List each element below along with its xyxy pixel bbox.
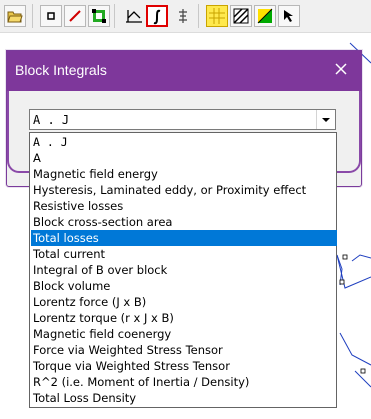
select-value: A . J	[33, 113, 70, 127]
block-integral-button[interactable]	[146, 5, 168, 27]
color-triangle-icon	[257, 8, 273, 24]
dropdown-option[interactable]: Magnetic field coenergy	[31, 326, 337, 342]
close-icon[interactable]	[331, 59, 351, 79]
draw-line-icon	[69, 10, 81, 22]
dropdown-option[interactable]: Integral of B over block	[31, 262, 337, 278]
open-folder-icon	[7, 11, 23, 23]
contour-plot-button[interactable]	[122, 5, 144, 27]
dropdown-option[interactable]: R^2 (i.e. Moment of Inertia / Density)	[31, 374, 337, 390]
select-block-button[interactable]	[88, 5, 110, 27]
zoom-button[interactable]	[172, 5, 194, 27]
dropdown-option[interactable]: Hysteresis, Laminated eddy, or Proximity…	[31, 182, 337, 198]
integral-type-options[interactable]: A . J A Magnetic field energy Hysteresis, L…	[29, 132, 337, 408]
toolbar-separator	[198, 4, 199, 28]
cursor-arrow-button[interactable]	[278, 5, 300, 27]
zoom-icon	[179, 9, 187, 23]
select-point-icon	[47, 12, 55, 20]
dropdown-option[interactable]: Block cross-section area	[31, 214, 337, 230]
dropdown-option[interactable]: Total losses	[31, 230, 337, 246]
toolbar-separator	[32, 4, 33, 28]
dialog-titlebar[interactable]: Block Integrals	[7, 51, 361, 91]
integral-icon	[153, 9, 161, 25]
dropdown-option[interactable]: A	[31, 150, 337, 166]
open-folder-button[interactable]	[4, 5, 26, 27]
dialog-title: Block Integrals	[15, 62, 107, 78]
toolbar-separator	[114, 4, 115, 28]
dropdown-toggle[interactable]	[316, 110, 335, 129]
dropdown-option[interactable]: Magnetic field energy	[31, 166, 337, 182]
dropdown-option[interactable]: A . J	[31, 134, 337, 150]
toolbar	[0, 0, 371, 33]
dropdown-option[interactable]: Resistive losses	[31, 198, 337, 214]
dropdown-option[interactable]: Force via Weighted Stress Tensor	[31, 342, 337, 358]
grid-yellow-icon	[209, 8, 225, 24]
integral-type-select[interactable]: A . J	[29, 109, 336, 130]
color-triangle-button[interactable]	[254, 5, 276, 27]
dropdown-option[interactable]: Lorentz torque (r x J x B)	[31, 310, 337, 326]
chevron-down-icon	[322, 118, 330, 122]
dropdown-option[interactable]: Torque via Weighted Stress Tensor	[31, 358, 337, 374]
select-point-button[interactable]	[40, 5, 62, 27]
hatch-button[interactable]	[230, 5, 252, 27]
cursor-arrow-icon	[284, 10, 293, 22]
dropdown-option[interactable]: Lorentz force (J x B)	[31, 294, 337, 310]
dropdown-option[interactable]: Block volume	[31, 278, 337, 294]
dropdown-option[interactable]: Total Loss Density	[31, 390, 337, 406]
grid-button[interactable]	[206, 5, 228, 27]
contour-plot-icon	[126, 10, 142, 23]
hatch-icon	[233, 8, 249, 24]
draw-line-button[interactable]	[64, 5, 86, 27]
dropdown-option[interactable]: Total current	[31, 246, 337, 262]
select-block-icon	[92, 9, 106, 23]
